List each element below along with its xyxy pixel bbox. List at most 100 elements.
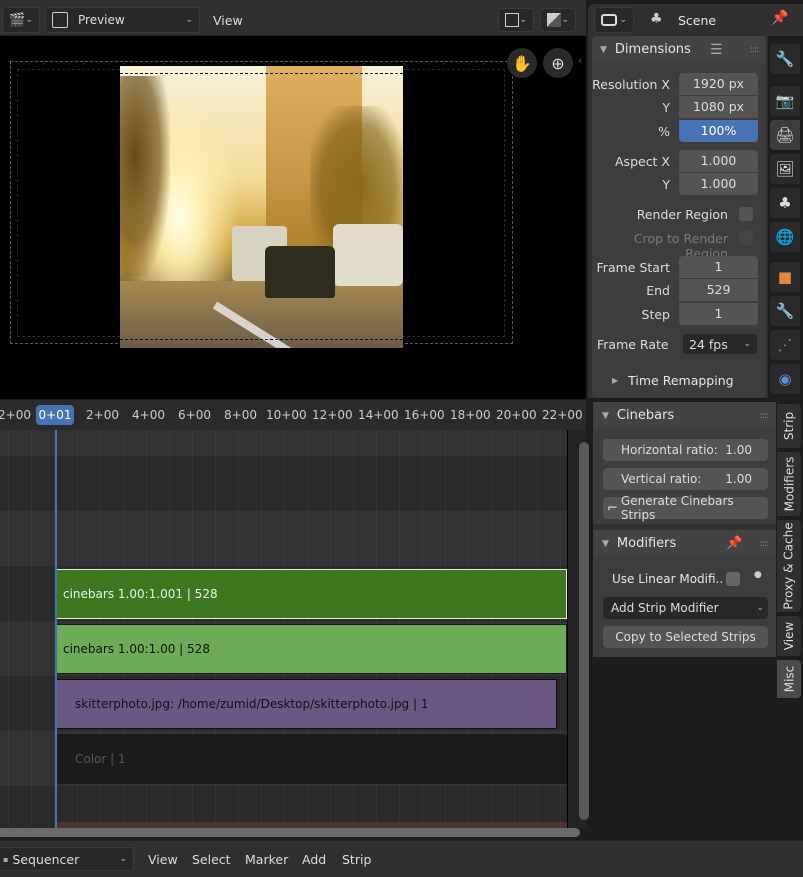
use-linear-modifiers-checkbox[interactable] xyxy=(726,572,740,586)
context-label: Scene xyxy=(678,13,717,28)
preview-region[interactable]: ✋ ⊕ ‹ xyxy=(0,36,586,399)
current-frame-indicator[interactable]: 0+01 xyxy=(36,405,74,425)
resolution-y-field[interactable]: 1080 px xyxy=(679,96,758,118)
physics-tab-icon[interactable]: ◉ xyxy=(770,364,800,394)
display-channels-dropdown[interactable]: ⌄ xyxy=(498,8,534,32)
menu-add[interactable]: Add xyxy=(302,852,326,867)
overlay-dropdown[interactable]: ⌄ xyxy=(540,8,576,32)
particles-tab-icon[interactable]: ⋰ xyxy=(770,330,800,360)
properties-header: ⌄ ♣ Scene 📌 xyxy=(588,4,803,36)
strip-cinebars-2[interactable]: cinebars 1.00:1.00 | 528 xyxy=(56,624,567,674)
horizontal-scrollbar[interactable] xyxy=(0,828,580,837)
pin-icon[interactable]: 📌 xyxy=(771,10,788,26)
tab-proxy-cache[interactable]: Proxy & Cache xyxy=(777,520,801,612)
aspect-y-field[interactable]: 1.000 xyxy=(679,173,758,195)
resolution-percent-label: % xyxy=(658,124,670,139)
strip-color[interactable]: Color | 1 xyxy=(56,734,567,784)
modifier-tab-icon[interactable]: 🔧 xyxy=(770,296,800,326)
presets-list-icon[interactable]: ☰ xyxy=(710,42,723,58)
resolution-percent-field[interactable]: 100% xyxy=(679,120,758,142)
world-tab-icon[interactable]: 🌐 xyxy=(770,222,800,252)
overlay-icon xyxy=(547,13,561,27)
tab-strip[interactable]: Strip xyxy=(777,404,801,448)
editor-type-dropdown[interactable]: ▪ Sequencer ⌄ xyxy=(0,847,134,871)
resolution-x-field[interactable]: 1920 px xyxy=(679,73,758,95)
drag-handle-icon[interactable]: :::: xyxy=(750,45,759,55)
tab-label: View xyxy=(782,621,797,651)
generate-cinebars-button[interactable]: ⌐ Generate Cinebars Strips xyxy=(603,494,768,522)
modifiers-panel-header[interactable]: ▼ Modifiers 📌 :::: xyxy=(593,530,776,557)
chevron-down-icon: ⌄ xyxy=(519,15,527,25)
properties-editor: ⌄ ♣ Scene 📌 ▼ Dimensions ☰ :::: Resoluti… xyxy=(588,4,803,398)
view-layer-tab-icon[interactable]: 🖼 xyxy=(770,154,800,184)
tab-view[interactable]: View xyxy=(777,616,801,656)
menu-view[interactable]: View xyxy=(213,13,243,28)
object-tab-icon[interactable]: ■ xyxy=(770,262,800,292)
vertical-ratio-field[interactable]: Vertical ratio: 1.00 xyxy=(603,468,768,490)
add-strip-modifier-label: Add Strip Modifier xyxy=(611,601,719,615)
view-type-dropdown[interactable]: Preview ⌄ xyxy=(45,7,200,33)
tick-label: 14+00 xyxy=(358,408,399,422)
cinebars-panel-header[interactable]: ▼ Cinebars :::: xyxy=(593,402,776,429)
scene-tab-icon[interactable]: ♣ xyxy=(770,188,800,218)
sidebar-tabs: Strip Modifiers Proxy & Cache View Misc xyxy=(776,400,803,840)
render-tab-icon[interactable]: 📷 xyxy=(770,86,800,116)
editor-type-dropdown[interactable]: 🎬 ⌄ xyxy=(2,7,40,33)
frame-rate-dropdown[interactable]: 24 fps ⌄ xyxy=(682,333,758,355)
copy-to-selected-label: Copy to Selected Strips xyxy=(615,630,756,644)
sequencer-channels[interactable]: cinebars 1.00:1.001 | 528 cinebars 1.00:… xyxy=(0,430,567,828)
timeline-ruler[interactable]: 2+00 0+01 2+00 4+00 6+00 8+00 10+00 12+0… xyxy=(0,400,586,430)
strip-label: cinebars 1.00:1.00 | 528 xyxy=(63,642,210,656)
chevron-down-icon: ⌄ xyxy=(119,854,127,864)
render-region-checkbox[interactable] xyxy=(739,207,753,221)
panel-title: Dimensions xyxy=(614,42,691,57)
keyframe-dot-icon[interactable]: ● xyxy=(754,570,762,580)
view-type-label: Preview xyxy=(78,13,125,27)
vertical-scrollbar[interactable] xyxy=(579,442,589,820)
tab-misc[interactable]: Misc xyxy=(777,660,801,698)
time-remapping-subpanel[interactable]: ▶ Time Remapping xyxy=(612,373,734,388)
aspect-x-field[interactable]: 1.000 xyxy=(679,150,758,172)
properties-editor-type[interactable]: ⌄ xyxy=(594,7,634,33)
drag-handle-icon[interactable]: :::: xyxy=(760,539,769,549)
dimensions-panel-header[interactable]: ▼ Dimensions ☰ :::: xyxy=(592,36,766,63)
horizontal-ratio-field[interactable]: Horizontal ratio: 1.00 xyxy=(603,439,768,461)
menu-strip[interactable]: Strip xyxy=(342,852,371,867)
zoom-in-icon[interactable]: ⊕ xyxy=(543,48,573,78)
strip-cinebars-1[interactable]: cinebars 1.00:1.001 | 528 xyxy=(56,569,567,619)
sequencer-sidebar: ▼ Cinebars :::: Horizontal ratio: 1.00 V… xyxy=(593,402,776,657)
playhead[interactable] xyxy=(55,430,57,830)
output-tab-icon[interactable]: 🖨 xyxy=(770,120,800,150)
frame-end-field[interactable]: 529 xyxy=(679,279,758,301)
pin-icon[interactable]: 📌 xyxy=(726,536,742,551)
generate-icon: ⌐ xyxy=(607,500,618,516)
add-strip-modifier-dropdown[interactable]: Add Strip Modifier ⌄ xyxy=(603,597,768,619)
grid-line xyxy=(8,430,9,828)
tab-modifiers[interactable]: Modifiers xyxy=(777,452,801,516)
menu-marker[interactable]: Marker xyxy=(245,852,288,867)
chevron-down-icon: ⌄ xyxy=(25,15,33,25)
collapse-arrow-icon[interactable]: ‹ xyxy=(578,54,582,67)
frame-step-label: Step xyxy=(641,307,670,322)
tick-label: 16+00 xyxy=(404,408,445,422)
frame-start-field[interactable]: 1 xyxy=(679,256,758,278)
tool-tab-icon[interactable]: 🔧 xyxy=(770,44,800,74)
menu-view[interactable]: View xyxy=(148,852,178,867)
preview-image xyxy=(120,66,403,348)
drag-handle-icon[interactable]: :::: xyxy=(760,411,769,421)
crop-render-region-checkbox[interactable] xyxy=(739,231,753,245)
tick-label: 20+00 xyxy=(496,408,537,422)
vertical-ratio-value: 1.00 xyxy=(725,472,752,486)
copy-to-selected-button[interactable]: Copy to Selected Strips xyxy=(603,626,768,648)
modifiers-panel: ▼ Modifiers 📌 :::: Use Linear Modifi.. ●… xyxy=(593,530,776,657)
display-channels-icon xyxy=(505,13,519,27)
menu-select[interactable]: Select xyxy=(192,852,231,867)
frame-step-field[interactable]: 1 xyxy=(679,303,758,325)
chevron-down-icon: ⌄ xyxy=(561,15,569,25)
chevron-down-icon: ⌄ xyxy=(756,603,764,613)
strip-image-skitterphoto[interactable]: skitterphoto.jpg: /home/zumid/Desktop/sk… xyxy=(56,679,557,729)
strip-label: skitterphoto.jpg: /home/zumid/Desktop/sk… xyxy=(75,697,429,711)
hand-pan-icon[interactable]: ✋ xyxy=(507,48,537,78)
horizontal-ratio-value: 1.00 xyxy=(725,443,752,457)
tick-label: 2+00 xyxy=(86,408,119,422)
